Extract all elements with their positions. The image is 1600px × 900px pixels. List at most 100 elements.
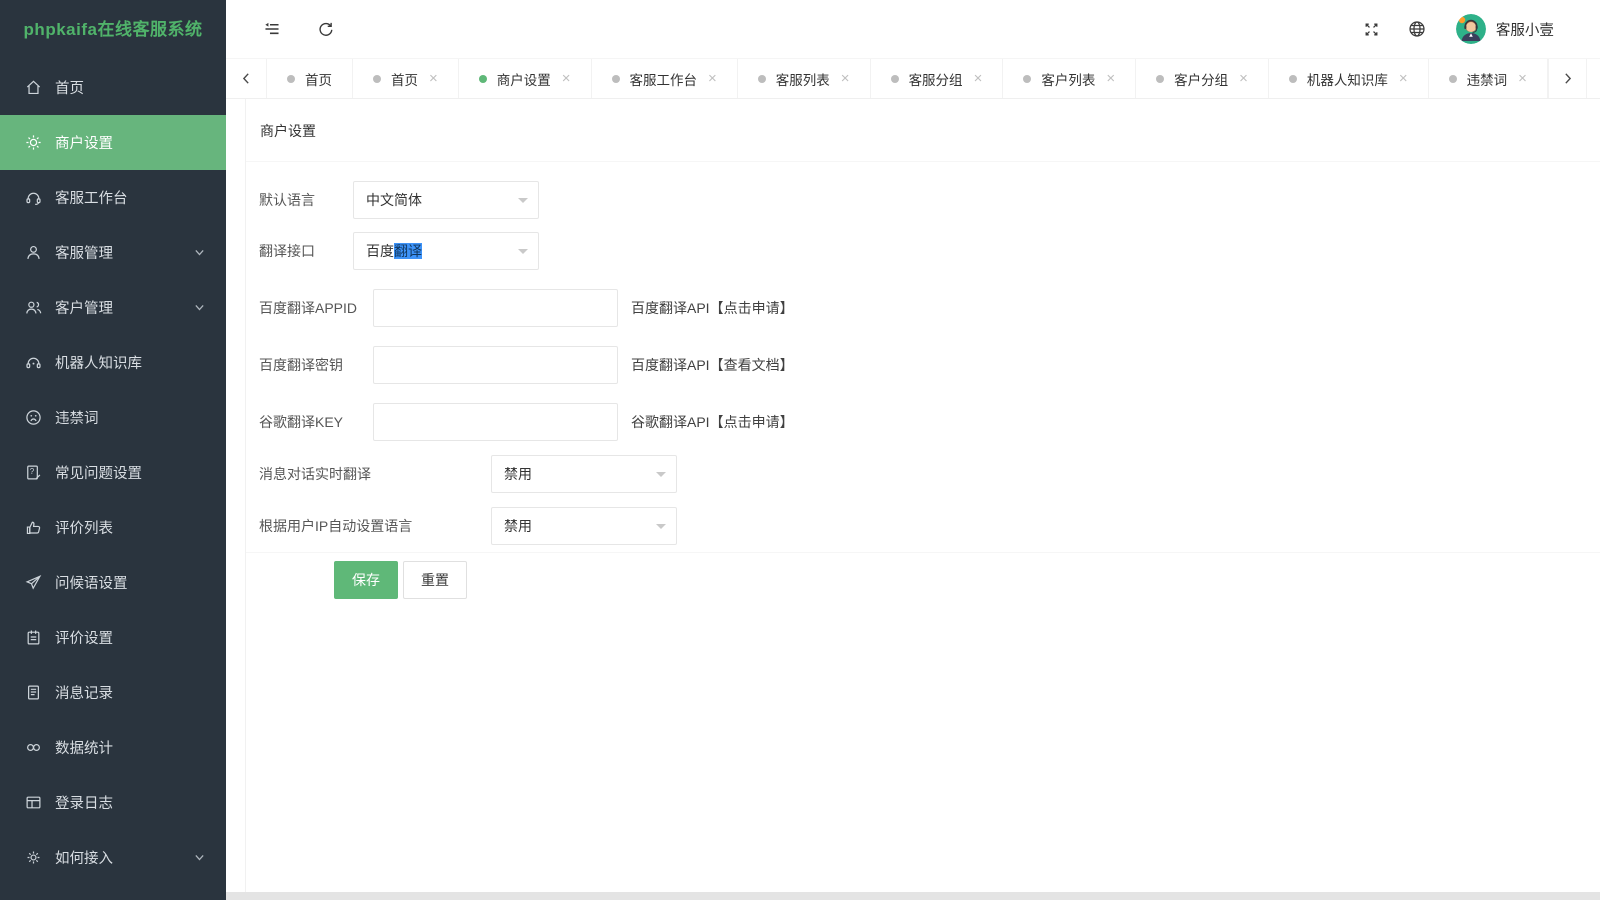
tab-close-icon[interactable]: × [1106,71,1115,86]
sidebar-item-如何接入[interactable]: 如何接入 [0,830,226,885]
tab-close-icon[interactable]: × [562,71,571,86]
thumbs-up-icon [25,519,42,536]
翻译接口-select[interactable]: 百度翻译 [353,232,539,270]
tab-商户设置[interactable]: 商户设置 × [459,59,592,98]
select-value: 禁用 [504,466,532,482]
tab-label: 客户分组 [1174,72,1229,88]
sidebar-item-客户管理[interactable]: 客户管理 [0,280,226,335]
form-row: 消息对话实时翻译 禁用 [259,455,1600,493]
sidebar-item-常见问题设置[interactable]: ? 常见问题设置 [0,445,226,500]
sidebar-item-问候语设置[interactable]: 问候语设置 [0,555,226,610]
tab-status-dot [373,74,381,83]
sidebar-item-首页[interactable]: 首页 [0,60,226,115]
sidebar-item-违禁词[interactable]: 违禁词 [0,390,226,445]
tab-首页[interactable]: 首页 × [353,59,459,98]
tab-客户列表[interactable]: 客户列表 × [1003,59,1137,98]
sidebar-item-评价设置[interactable]: 评价设置 [0,610,226,665]
caret-down-icon [518,198,528,208]
users-icon [25,299,42,316]
tab-首页[interactable]: 首页 [267,59,353,98]
horizontal-scrollbar[interactable] [226,892,1600,900]
tabs-scroll-left-button[interactable] [226,59,266,98]
api-link[interactable]: 谷歌翻译API【点击申请】 [631,412,794,432]
gear-icon [25,134,42,151]
home-icon [25,79,42,96]
sidebar-item-客服管理[interactable]: 客服管理 [0,225,226,280]
field-label: 默认语言 [259,192,315,208]
faq-icon: ? [25,464,42,481]
select-value: 禁用 [504,518,532,534]
tab-客服分组[interactable]: 客服分组 × [871,59,1004,98]
tab-违禁词[interactable]: 违禁词 × [1429,59,1548,98]
tab-客服工作台[interactable]: 客服工作台 × [592,59,738,98]
agent-avatar [1455,14,1486,44]
topbar-right: 客服小壹 [1363,14,1554,44]
tab-status-dot [757,74,766,83]
tab-close-icon[interactable]: × [974,71,983,86]
谷歌翻译KEY-input[interactable] [373,403,618,441]
fullscreen-icon[interactable] [1363,21,1380,38]
field-label: 翻译接口 [259,243,315,259]
tab-close-icon[interactable]: × [1399,71,1408,86]
user-avatar[interactable] [1455,14,1486,44]
tab-客服列表[interactable]: 客服列表 × [738,59,871,98]
tab-status-dot [1023,74,1032,83]
tab-status-dot [1448,74,1457,83]
tab-label: 违禁词 [1466,72,1508,88]
百度翻译APPID-input[interactable] [373,289,618,327]
消息对话实时翻译-select[interactable]: 禁用 [491,455,677,493]
chevron-left-icon [242,73,249,84]
tab-close-icon[interactable]: × [708,71,717,86]
refresh-icon[interactable] [317,21,334,38]
sidebar-item-消息记录[interactable]: 消息记录 [0,665,226,720]
tab-label: 首页 [305,72,332,88]
tab-label: 商户设置 [496,72,551,88]
tabs-menu-button[interactable] [1585,59,1600,98]
headset-icon [25,189,42,206]
field-label: 根据用户IP自动设置语言 [259,518,413,534]
topbar: 客服小壹 [226,0,1600,58]
tab-status-dot [1288,74,1297,83]
tab-status-dot [478,74,487,83]
tab-客户分组[interactable]: 客户分组 × [1136,59,1269,98]
notebook-icon [25,629,42,646]
tabs-strip: 首页 首页 × 商户设置 × 客服工作台 × 客服列表 × 客服分组 × 客户列表 × 客户分组 × 机器人知… [266,59,1548,98]
page-title: 商户设置 [260,123,316,139]
tab-label: 客服分组 [908,72,963,88]
form-row: 百度翻译APPID 百度翻译API【点击申请】 [259,289,1600,327]
sidebar-item-评价列表[interactable]: 评价列表 [0,500,226,555]
chevron-down-icon [193,301,206,314]
save-button[interactable]: 保存 [334,561,398,599]
tab-label: 客服列表 [775,72,830,88]
sidebar-item-机器人知识库[interactable]: 机器人知识库 [0,335,226,390]
tab-close-icon[interactable]: × [841,71,850,86]
根据用户IP自动设置语言-select[interactable]: 禁用 [491,507,677,545]
sidebar-collapse-icon[interactable] [263,20,281,38]
tab-close-icon[interactable]: × [429,71,438,86]
tabs-scroll-right-button[interactable] [1547,59,1586,98]
api-link[interactable]: 百度翻译API【点击申请】 [631,298,794,318]
tab-status-dot [287,74,295,83]
tab-label: 客户列表 [1041,72,1096,88]
sad-face-icon [25,409,42,426]
user-name[interactable]: 客服小壹 [1496,19,1554,40]
tab-close-icon[interactable]: × [1518,71,1527,86]
sidebar-item-商户设置[interactable]: 商户设置 [0,115,226,170]
tab-close-icon[interactable]: × [1239,71,1248,86]
selected-text: 翻译 [394,243,422,259]
默认语言-select[interactable]: 中文简体 [353,181,539,219]
sidebar-item-客服工作台[interactable]: 客服工作台 [0,170,226,225]
chevron-down-icon [193,246,206,259]
form-row: 根据用户IP自动设置语言 禁用 [259,507,1600,545]
百度翻译密钥-input[interactable] [373,346,618,384]
api-link[interactable]: 百度翻译API【查看文档】 [631,355,794,375]
sidebar-item-数据统计[interactable]: 数据统计 [0,720,226,775]
sidebar-item-label: 首页 [55,81,84,97]
reset-button[interactable]: 重置 [403,561,467,599]
tab-status-dot [890,74,899,83]
sidebar-item-登录日志[interactable]: 登录日志 [0,775,226,830]
tab-bar: 首页 首页 × 商户设置 × 客服工作台 × 客服列表 × 客服分组 × 客户列表 × 客户分组 × 机器人知… [226,58,1600,99]
globe-icon[interactable] [1408,20,1426,38]
tab-机器人知识库[interactable]: 机器人知识库 × [1269,59,1429,98]
sidebar: phpkaifa在线客服系统 首页 商户设置 客服工作台 客服管理 客户管理 机器人知识库… [0,0,226,900]
